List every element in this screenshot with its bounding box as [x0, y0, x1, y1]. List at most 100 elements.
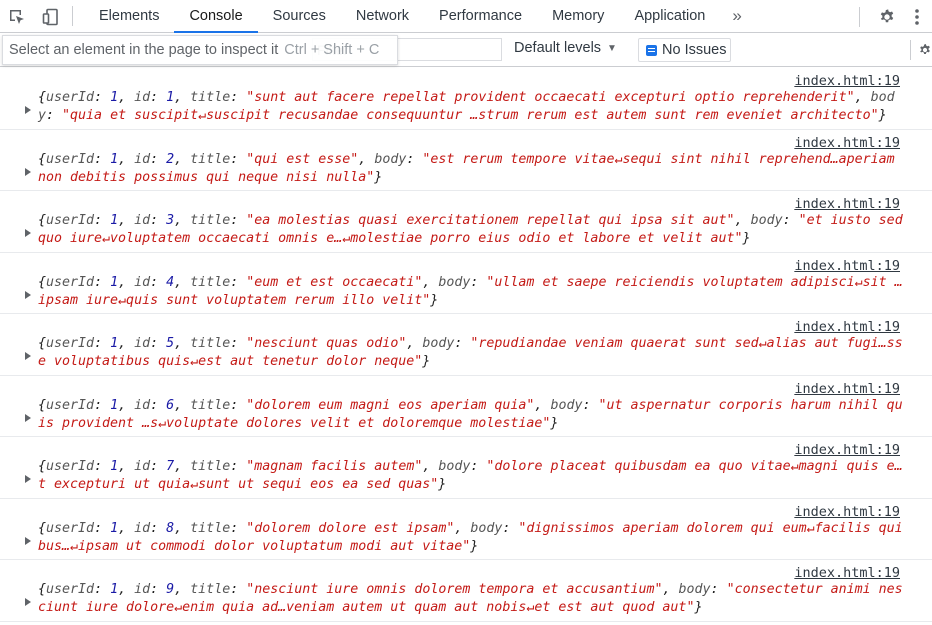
logged-object[interactable]: {userId: 1, id: 5, title: "nesciunt quas…: [38, 335, 904, 371]
prop-key: body: [422, 336, 455, 351]
prop-key: id: [134, 459, 151, 474]
prop-key: id: [134, 582, 151, 597]
prop-key: title: [190, 213, 231, 228]
prop-value: "quia et suscipit↵suscipit recusandae co…: [62, 108, 879, 123]
prop-value: 8: [166, 520, 175, 536]
log-levels-label: Default levels: [514, 40, 602, 56]
expand-arrow-icon[interactable]: [25, 598, 31, 606]
console-message: index.html:19 {userId: 1, id: 3, title: "…: [0, 191, 932, 253]
console-message: index.html:19 {userId: 1, id: 5, title: "…: [0, 314, 932, 376]
tab-console[interactable]: Console: [174, 0, 258, 33]
logged-object[interactable]: {userId: 1, id: 6, title: "dolorem eum m…: [38, 397, 904, 433]
prop-value: 5: [166, 336, 175, 351]
prop-value: "magnam facilis autem": [246, 459, 423, 474]
prop-key: title: [190, 459, 231, 474]
logged-object[interactable]: {userId: 1, id: 9, title: "nesciunt iure…: [38, 581, 904, 617]
gear-icon[interactable]: [872, 0, 902, 33]
source-link[interactable]: index.html:19: [794, 504, 900, 520]
prop-value: 1: [166, 90, 175, 105]
prop-value: "qui est esse": [246, 151, 359, 167]
inspect-tooltip: Select an element in the page to inspect…: [2, 35, 398, 65]
prop-key: body: [470, 520, 503, 536]
expand-arrow-icon[interactable]: [25, 536, 31, 545]
prop-value: 6: [166, 397, 175, 413]
source-link[interactable]: index.html:19: [794, 442, 900, 458]
tooltip-text: Select an element in the page to inspect…: [9, 42, 279, 58]
tab-sources[interactable]: Sources: [258, 0, 341, 32]
console-messages: index.html:19 {userId: 1, id: 1, title: "…: [0, 68, 932, 625]
prop-key: id: [134, 151, 151, 167]
console-message: index.html:19 {userId: 1, id: 2, title: "…: [0, 130, 932, 191]
prop-key: title: [190, 151, 231, 167]
expand-arrow-icon[interactable]: [25, 290, 31, 299]
prop-value: "ea molestias quasi exercitationem repel…: [246, 213, 735, 228]
console-message: index.html:19 {userId: 1, id: 7, title: "…: [0, 437, 932, 499]
expand-arrow-icon[interactable]: [25, 475, 31, 483]
source-link[interactable]: index.html:19: [794, 381, 900, 397]
source-link[interactable]: index.html:19: [794, 196, 900, 212]
expand-arrow-icon[interactable]: [25, 167, 31, 176]
prop-value: "sunt aut facere repellat provident occa…: [246, 90, 855, 105]
prop-key: id: [134, 336, 151, 351]
logged-object[interactable]: {userId: 1, id: 1, title: "sunt aut face…: [38, 89, 904, 125]
tooltip-shortcut: Ctrl + Shift + C: [284, 42, 380, 58]
prop-key: body: [750, 213, 783, 228]
source-link[interactable]: index.html:19: [794, 319, 900, 335]
prop-key: userId: [46, 274, 95, 290]
tab-elements[interactable]: Elements: [84, 0, 174, 32]
issues-button[interactable]: No Issues: [638, 38, 731, 62]
prop-value: 3: [166, 213, 175, 228]
logged-object[interactable]: {userId: 1, id: 7, title: "magnam facili…: [38, 458, 904, 494]
kebab-menu-icon[interactable]: [902, 0, 932, 33]
more-tabs-chevron-icon[interactable]: »: [720, 0, 751, 32]
device-toolbar-icon[interactable]: [34, 0, 68, 33]
prop-key: userId: [46, 90, 95, 105]
console-toolbar: Select an element in the page to inspect…: [0, 33, 932, 67]
tab-performance[interactable]: Performance: [424, 0, 537, 32]
prop-value: 1: [110, 90, 119, 105]
source-link[interactable]: index.html:19: [794, 73, 900, 89]
prop-value: "nesciunt quas odio": [246, 336, 407, 351]
expand-arrow-icon[interactable]: [25, 352, 31, 360]
tab-network[interactable]: Network: [341, 0, 424, 32]
console-settings-gear-icon[interactable]: [916, 41, 932, 59]
issues-icon: [646, 44, 657, 56]
prop-key: title: [190, 397, 231, 413]
prop-value: 4: [166, 274, 175, 290]
devtools-tab-bar: Elements Console Sources Network Perform…: [0, 0, 932, 33]
prop-key: userId: [46, 336, 95, 351]
prop-value: 2: [166, 151, 175, 167]
prop-key: title: [190, 336, 231, 351]
prop-value: 1: [110, 397, 119, 413]
source-link[interactable]: index.html:19: [794, 565, 900, 581]
prop-key: body: [374, 151, 407, 167]
log-levels-dropdown[interactable]: Default levels ▼: [514, 40, 617, 56]
prop-value: 1: [110, 520, 119, 536]
prop-key: id: [134, 90, 151, 105]
expand-arrow-icon[interactable]: [25, 413, 31, 422]
logged-object[interactable]: {userId: 1, id: 2, title: "qui est esse"…: [38, 151, 904, 187]
logged-object[interactable]: {userId: 1, id: 3, title: "ea molestias …: [38, 212, 904, 248]
prop-key: id: [134, 520, 151, 536]
source-link[interactable]: index.html:19: [794, 258, 900, 274]
source-link[interactable]: index.html:19: [794, 135, 900, 151]
prop-key: title: [190, 582, 231, 597]
tab-memory[interactable]: Memory: [537, 0, 619, 32]
prop-key: body: [438, 459, 471, 474]
console-message: index.html:19 {userId: 1, id: 9, title: "…: [0, 560, 932, 622]
inspect-element-icon[interactable]: [0, 0, 34, 33]
logged-object[interactable]: {userId: 1, id: 4, title: "eum et est oc…: [38, 274, 904, 310]
expand-arrow-icon[interactable]: [25, 229, 31, 237]
tab-application[interactable]: Application: [619, 0, 720, 32]
toolbar-divider: [859, 6, 860, 27]
prop-key: userId: [46, 397, 95, 413]
expand-arrow-icon[interactable]: [25, 106, 31, 114]
prop-value: 1: [110, 459, 119, 474]
toolbar-divider: [72, 6, 73, 26]
toolbar-divider: [910, 40, 911, 60]
prop-value: 7: [166, 459, 175, 474]
logged-object[interactable]: {userId: 1, id: 8, title: "dolorem dolor…: [38, 520, 904, 556]
prop-value: 1: [110, 151, 119, 167]
prop-value: 9: [166, 582, 175, 597]
prop-key: userId: [46, 151, 95, 167]
